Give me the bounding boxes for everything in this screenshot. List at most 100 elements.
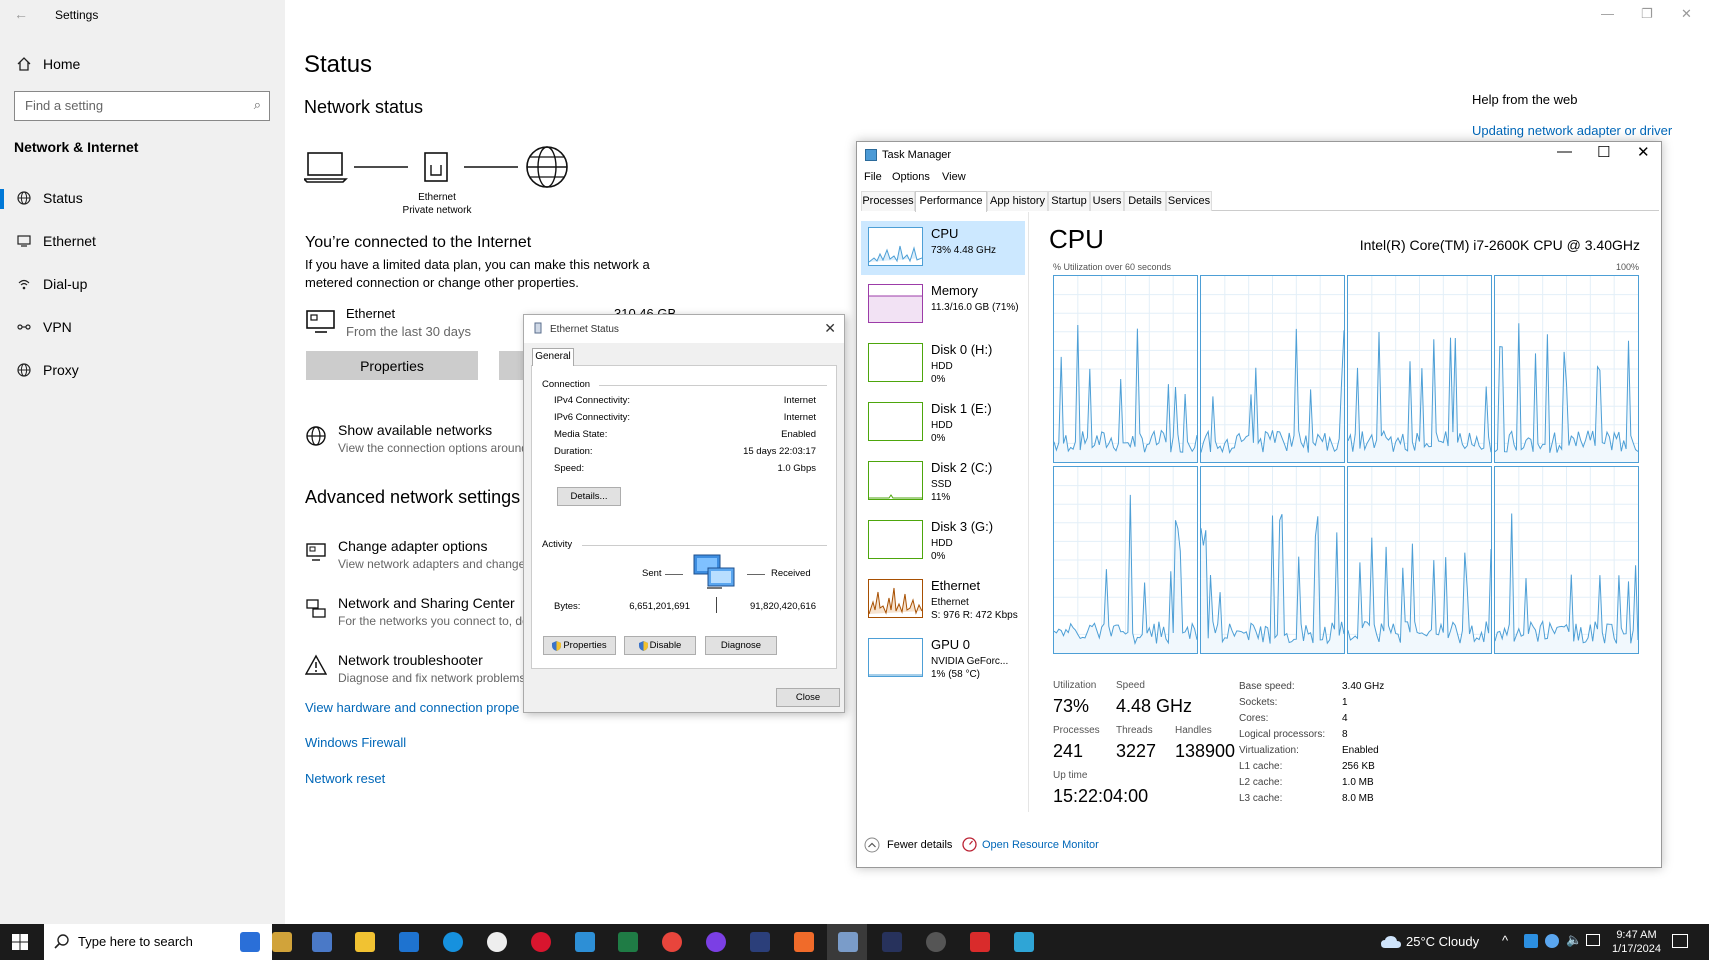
minimize-icon[interactable]: — — [1557, 143, 1572, 160]
shield-icon — [552, 640, 562, 651]
help-link[interactable]: Updating network adapter or driver — [1472, 123, 1672, 138]
clock-date: 1/17/2024 — [1612, 943, 1661, 955]
back-arrow-icon[interactable]: ← — [14, 6, 28, 22]
resource-disk-0[interactable]: Disk 0 (H:) HDD 0% — [861, 337, 1025, 391]
notifications-icon[interactable] — [1672, 934, 1688, 948]
sidebar-item-home[interactable]: Home — [14, 56, 80, 72]
close-icon[interactable]: ✕ — [824, 320, 836, 337]
diagnose-button[interactable]: Diagnose — [705, 636, 777, 655]
news-icon[interactable] — [240, 932, 260, 952]
edge-icon[interactable] — [443, 932, 463, 952]
maximize-icon[interactable]: ☐ — [1597, 143, 1610, 161]
media-player-icon[interactable] — [487, 932, 507, 952]
resource-ethernet[interactable]: Ethernet Ethernet S: 976 R: 472 Kbps — [861, 573, 1025, 627]
mail-icon[interactable] — [399, 932, 419, 952]
tab-users[interactable]: Users — [1090, 191, 1124, 211]
opera-icon[interactable] — [531, 932, 551, 952]
browser-icon[interactable] — [706, 932, 726, 952]
file-explorer-icon[interactable] — [355, 932, 375, 952]
resource-disk-3[interactable]: Disk 3 (G:) HDD 0% — [861, 514, 1025, 568]
weather-text[interactable]: 25°C Cloudy — [1406, 934, 1479, 949]
brave-icon[interactable] — [794, 932, 814, 952]
menu-view[interactable]: View — [942, 171, 966, 183]
speed-value: 4.48 GHz — [1116, 696, 1193, 716]
resource-type: SSD — [931, 479, 952, 490]
disable-button[interactable]: Disable — [624, 636, 696, 655]
restore-icon[interactable]: ❐ — [1641, 6, 1653, 22]
menu-file[interactable]: File — [864, 171, 882, 183]
close-icon[interactable]: ✕ — [1681, 6, 1692, 22]
tab-startup[interactable]: Startup — [1048, 191, 1090, 211]
resource-memory[interactable]: Memory 11.3/16.0 GB (71%) — [861, 278, 1025, 332]
anydesk-icon[interactable] — [970, 932, 990, 952]
details-button[interactable]: Details... — [557, 487, 621, 506]
chevron-up-icon[interactable] — [864, 837, 880, 853]
resource-disk-2[interactable]: Disk 2 (C:) SSD 11% — [861, 455, 1025, 509]
resource-cpu[interactable]: CPU 73% 4.48 GHz — [861, 221, 1025, 275]
sidebar-item-ethernet[interactable]: Ethernet — [14, 233, 96, 249]
network-status-heading: Network status — [304, 97, 424, 117]
fewer-details-link[interactable]: Fewer details — [887, 839, 952, 851]
change-adapter-sub: View network adapters and change c — [338, 557, 535, 571]
task-manager-icon — [865, 149, 877, 161]
game-icon[interactable] — [750, 932, 770, 952]
globe-icon — [526, 146, 568, 188]
minimize-icon[interactable]: — — [1601, 6, 1614, 21]
troubleshooter-title[interactable]: Network troubleshooter — [338, 652, 483, 668]
windows-start-icon[interactable] — [12, 934, 28, 950]
network-settings-icon[interactable] — [838, 932, 858, 952]
close-button[interactable]: Close — [776, 688, 840, 707]
properties-button[interactable]: Properties — [306, 351, 478, 380]
globe-icon — [14, 363, 34, 377]
show-networks-title[interactable]: Show available networks — [338, 422, 492, 438]
chrome-icon[interactable] — [662, 932, 682, 952]
utilization-value: 73% — [1053, 696, 1090, 716]
network-icon[interactable] — [1586, 934, 1600, 946]
menu-options[interactable]: Options — [892, 171, 930, 183]
change-adapter-title[interactable]: Change adapter options — [338, 538, 487, 554]
excel-icon[interactable] — [618, 932, 638, 952]
resource-gpu-0[interactable]: GPU 0 NVIDIA GeForc... 1% (58 °C) — [861, 632, 1025, 686]
task-manager-icon[interactable] — [1014, 932, 1034, 952]
properties-button[interactable]: Properties — [543, 636, 616, 655]
remote-desktop-icon[interactable] — [312, 932, 332, 952]
sharing-center-title[interactable]: Network and Sharing Center — [338, 595, 515, 611]
spec-value: 1.0 MB — [1342, 777, 1374, 788]
tab-processes[interactable]: Processes — [861, 191, 915, 211]
help-heading: Help from the web — [1472, 92, 1578, 107]
spec-label: Logical processors: — [1239, 729, 1326, 740]
tab-services[interactable]: Services — [1166, 191, 1212, 211]
steam-icon[interactable] — [1545, 934, 1559, 948]
search-icon: ⌕ — [253, 97, 261, 112]
close-icon[interactable]: ✕ — [1637, 143, 1650, 161]
core-graph — [1053, 466, 1198, 654]
resource-disk-1[interactable]: Disk 1 (E:) HDD 0% — [861, 396, 1025, 450]
windows-firewall-link[interactable]: Windows Firewall — [305, 735, 406, 750]
search-input[interactable]: Find a setting ⌕ — [14, 91, 270, 121]
tab-app-history[interactable]: App history — [987, 191, 1048, 211]
open-resource-monitor-link[interactable]: Open Resource Monitor — [982, 839, 1099, 851]
sidebar-item-label: Dial-up — [43, 276, 88, 292]
taskbar-search[interactable]: Type here to search — [44, 924, 272, 960]
tab-details[interactable]: Details — [1124, 191, 1166, 211]
chevron-up-icon[interactable]: ^ — [1502, 933, 1508, 948]
store-icon[interactable] — [575, 932, 595, 952]
dialog-titlebar[interactable]: Ethernet Status ✕ — [524, 315, 844, 343]
clock[interactable]: 9:47 AM 1/17/2024 — [1609, 928, 1664, 956]
sidebar-item-proxy[interactable]: Proxy — [14, 362, 79, 378]
sidebar-item-status[interactable]: Status — [14, 190, 83, 206]
tab-performance[interactable]: Performance — [915, 191, 987, 212]
tray-app-icon[interactable] — [1524, 934, 1538, 948]
sidebar-item-vpn[interactable]: VPN — [14, 319, 72, 335]
volume-icon[interactable]: 🔈 — [1566, 932, 1582, 948]
gear-icon[interactable] — [926, 932, 946, 952]
hardware-properties-link[interactable]: View hardware and connection prope — [305, 700, 519, 715]
sidebar-item-dialup[interactable]: Dial-up — [14, 276, 87, 292]
row-label: IPv6 Connectivity: — [554, 412, 631, 423]
library-icon[interactable] — [272, 932, 292, 952]
tab-general[interactable]: General — [532, 348, 574, 366]
dialup-icon — [14, 277, 34, 291]
spec-value: 4 — [1342, 713, 1348, 724]
game-icon[interactable] — [882, 932, 902, 952]
network-reset-link[interactable]: Network reset — [305, 771, 385, 786]
